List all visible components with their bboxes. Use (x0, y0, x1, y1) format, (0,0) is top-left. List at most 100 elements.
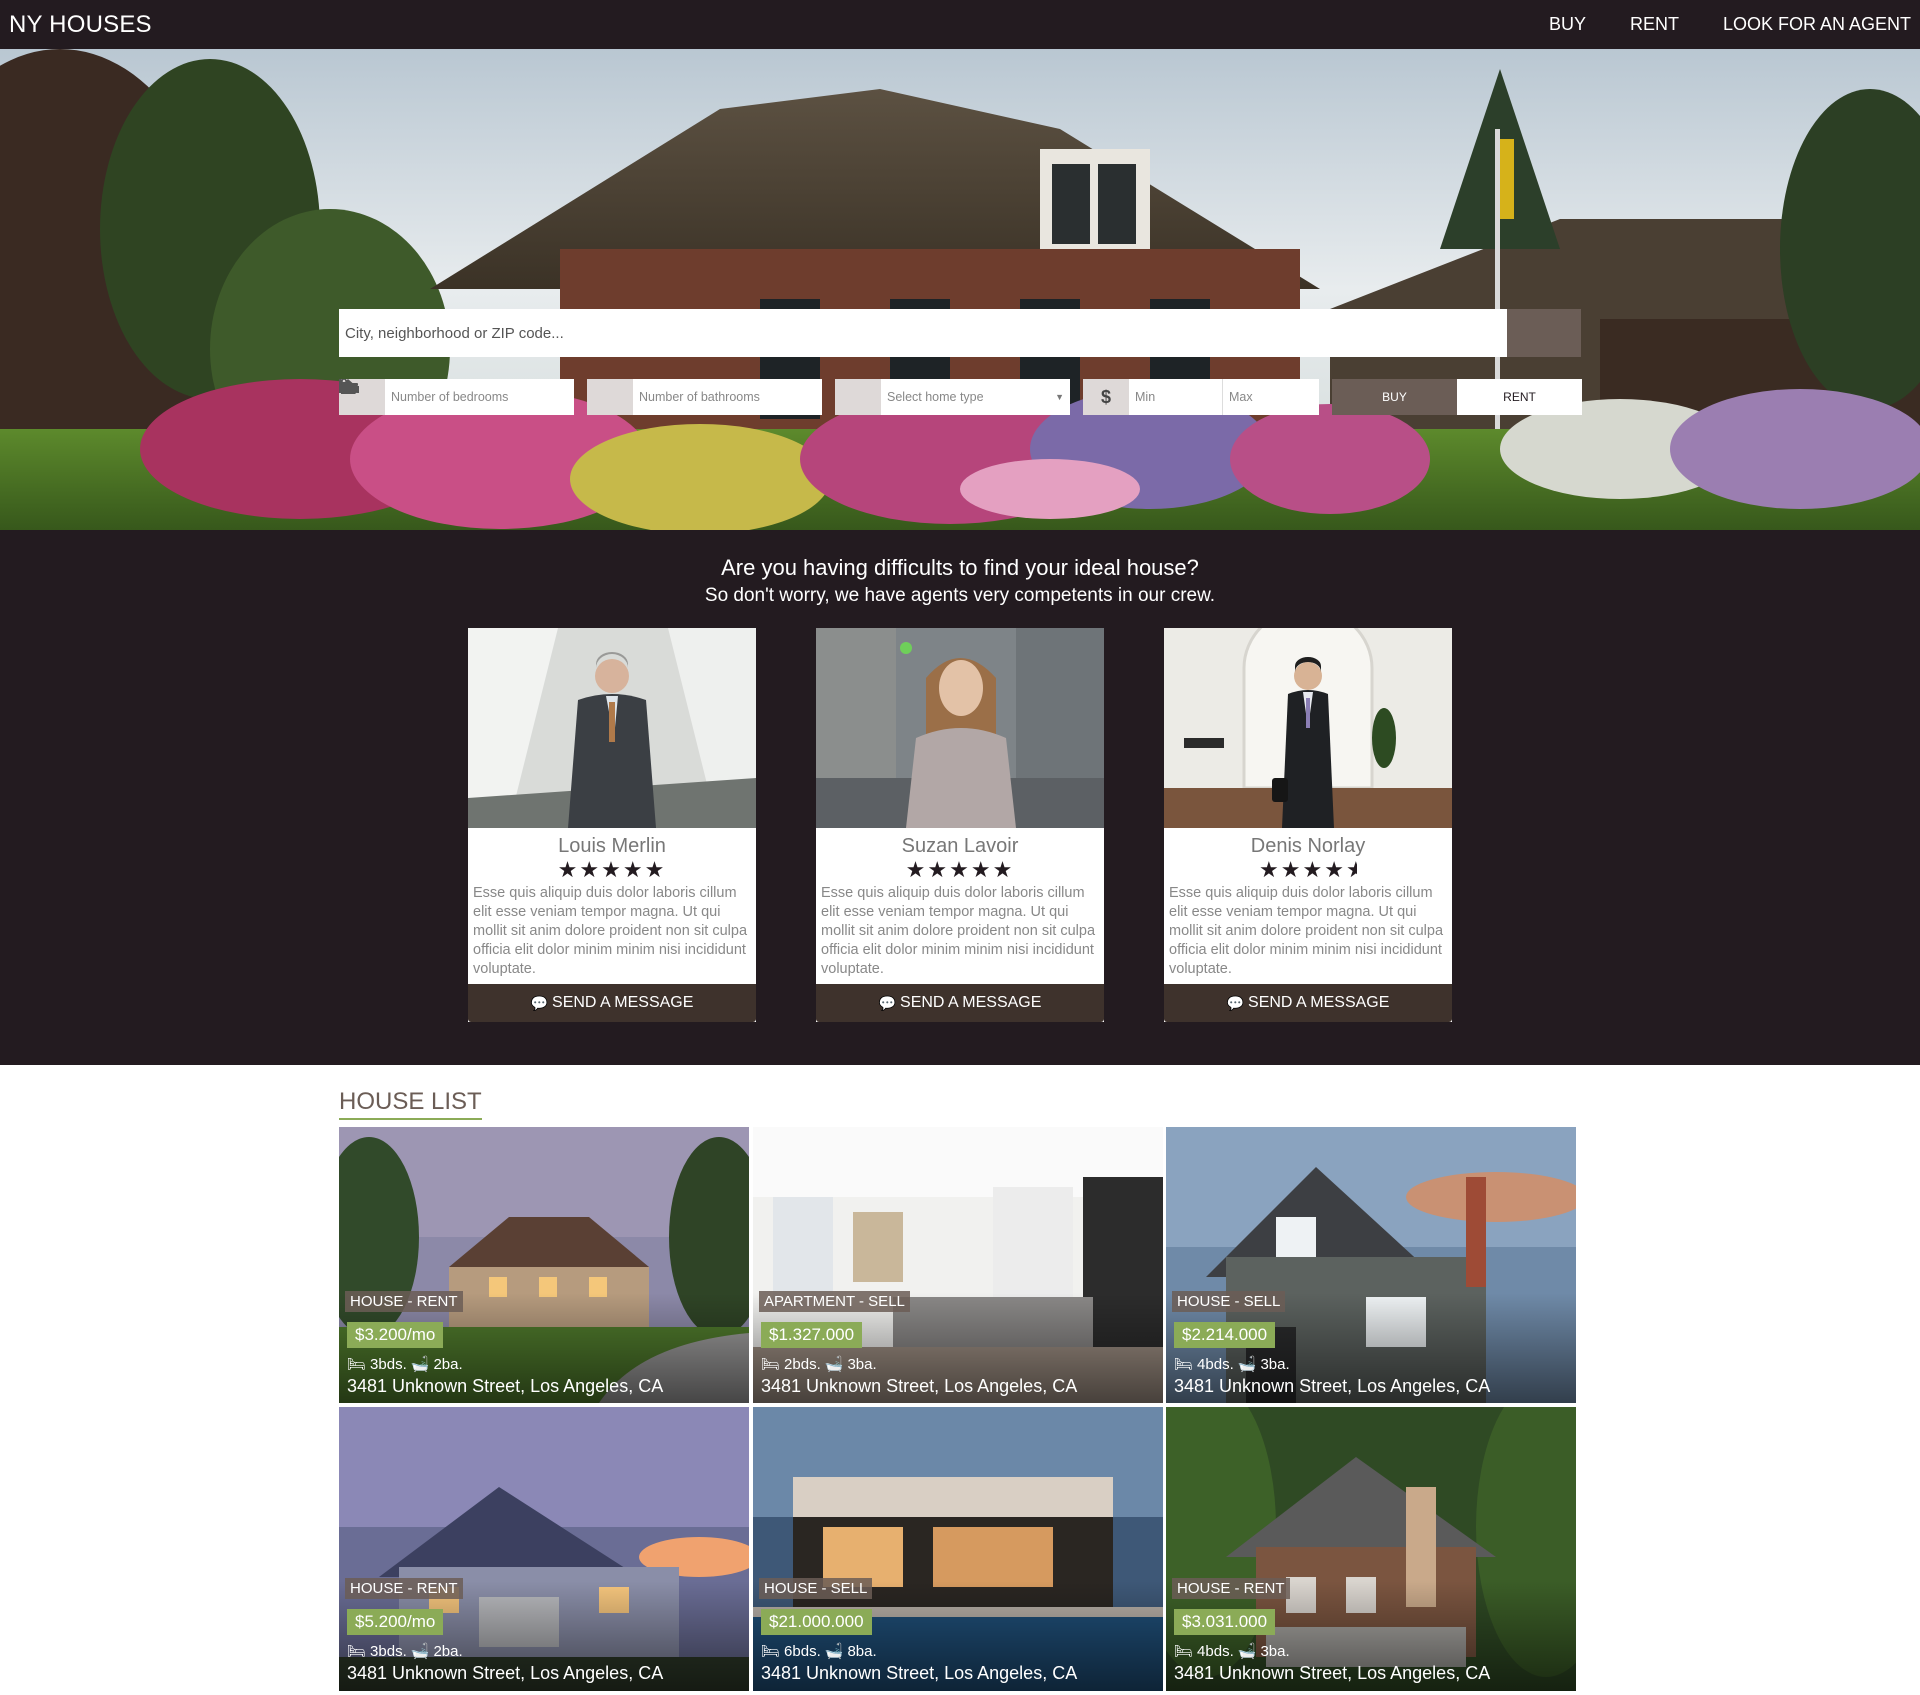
star-icon: ★ (905, 857, 928, 882)
agent-rating: ★★★★★ (468, 858, 756, 882)
price-badge: $5.200/mo (347, 1609, 444, 1635)
home-icon (339, 379, 881, 415)
nav-link-look-for-agent[interactable]: LOOK FOR AN AGENT (1723, 14, 1911, 35)
beds-count: 2bds. (784, 1355, 821, 1373)
star-icon: ★ (949, 857, 971, 882)
send-message-button[interactable]: 💬 SEND A MESSAGE (816, 984, 1104, 1022)
house-card[interactable]: HOUSE - RENT $3.031.000 🛏 4bds. 🛁 3ba. 3… (1166, 1407, 1576, 1691)
baths-count: 2ba. (433, 1642, 463, 1660)
nav-link-buy[interactable]: BUY (1549, 14, 1586, 35)
send-message-label: SEND A MESSAGE (1248, 994, 1390, 1011)
dollar-icon: $ (1083, 379, 1129, 415)
beds-count: 3bds. (370, 1642, 407, 1660)
bathrooms-input[interactable] (633, 379, 822, 415)
max-price-input[interactable] (1223, 379, 1317, 415)
hero-house-illustration (0, 49, 1920, 530)
house-card[interactable]: HOUSE - RENT $5.200/mo 🛏 3bds. 🛁 2ba. 34… (339, 1407, 749, 1691)
buy-rent-toggle: BUY RENT (1332, 379, 1582, 415)
bed-icon: 🛏 (347, 1643, 367, 1660)
rooms-info: 🛏 4bds. 🛁 3ba. (1174, 1642, 1290, 1661)
bath-icon: 🛁 (824, 1356, 844, 1373)
agent-rating: ★★★★★ (1164, 858, 1452, 882)
agent-card: Suzan Lavoir ★★★★★ Esse quis aliquip dui… (816, 628, 1104, 1022)
rooms-info: 🛏 6bds. 🛁 8ba. (761, 1642, 877, 1661)
beds-count: 3bds. (370, 1355, 407, 1373)
rent-toggle-button[interactable]: RENT (1457, 379, 1582, 415)
agent-bio: Esse quis aliquip duis dolor laboris cil… (1169, 885, 1444, 977)
min-price-input[interactable] (1129, 379, 1223, 415)
home-type-select[interactable]: Select home type ▼ (881, 379, 1070, 415)
chevron-down-icon: ▼ (1055, 392, 1064, 402)
agent-rating: ★★★★★ (816, 858, 1104, 882)
beds-count: 4bds. (1197, 1355, 1234, 1373)
star-icon: ★ (927, 857, 950, 882)
property-type-tag: HOUSE - RENT (1172, 1578, 1290, 1599)
address: 3481 Unknown Street, Los Angeles, CA (761, 1376, 1078, 1396)
top-navbar: NY HOUSES BUY RENT LOOK FOR AN AGENT (0, 0, 1920, 49)
search-button[interactable] (339, 309, 1581, 357)
search-icon (339, 309, 355, 325)
star-icon: ★ (970, 857, 993, 882)
star-icon: ★ (557, 857, 580, 882)
price-badge: $2.214.000 (1174, 1322, 1276, 1348)
agent-photo (1164, 628, 1452, 828)
home-type-select-value: Select home type (887, 390, 984, 404)
bath-icon: 🛁 (1237, 1356, 1257, 1373)
rooms-info: 🛏 2bds. 🛁 3ba. (761, 1355, 877, 1374)
agent-bio: Esse quis aliquip duis dolor laboris cil… (473, 885, 748, 977)
star-icon: ★ (1259, 857, 1281, 882)
chat-icon: 💬 (1226, 994, 1245, 1011)
agents-subtitle: So don't worry, we have agents very comp… (704, 585, 1216, 606)
rooms-info: 🛏 4bds. 🛁 3ba. (1174, 1355, 1290, 1374)
brand-logo[interactable]: NY HOUSES (9, 11, 152, 39)
bed-icon: 🛏 (761, 1643, 781, 1660)
chat-icon: 💬 (530, 994, 549, 1011)
star-icon: ★ (1324, 857, 1346, 882)
send-message-label: SEND A MESSAGE (900, 994, 1042, 1011)
beds-count: 4bds. (1197, 1642, 1234, 1660)
agent-name: Denis Norlay (1250, 835, 1366, 857)
star-icon: ★ (622, 857, 645, 882)
star-icon: ★ (579, 857, 602, 882)
address: 3481 Unknown Street, Los Angeles, CA (1174, 1663, 1491, 1683)
address: 3481 Unknown Street, Los Angeles, CA (1174, 1376, 1491, 1396)
agent-bio: Esse quis aliquip duis dolor laboris cil… (821, 885, 1096, 977)
nav-link-rent[interactable]: RENT (1630, 14, 1679, 35)
property-type-tag: HOUSE - RENT (345, 1578, 463, 1599)
house-card[interactable]: HOUSE - SELL $2.214.000 🛏 4bds. 🛁 3ba. 3… (1166, 1127, 1576, 1403)
beds-count: 6bds. (784, 1642, 821, 1660)
star-half-icon: ★ (1346, 858, 1357, 882)
send-message-button[interactable]: 💬 SEND A MESSAGE (1164, 984, 1452, 1022)
agent-card: Denis Norlay ★★★★★ Esse quis aliquip dui… (1164, 628, 1452, 1022)
bed-icon: 🛏 (347, 1356, 367, 1373)
agent-photo (816, 628, 1104, 828)
star-icon: ★ (1280, 857, 1303, 882)
house-card[interactable]: HOUSE - SELL $21.000.000 🛏 6bds. 🛁 8ba. … (753, 1407, 1163, 1691)
agent-name: Louis Merlin (558, 835, 666, 857)
bath-icon: 🛁 (1237, 1643, 1257, 1660)
rooms-info: 🛏 3bds. 🛁 2ba. (347, 1355, 463, 1374)
bed-icon: 🛏 (761, 1356, 781, 1373)
house-card[interactable]: HOUSE - RENT $3.200/mo 🛏 3bds. 🛁 2ba. 34… (339, 1127, 749, 1403)
bed-icon: 🛏 (1174, 1643, 1194, 1660)
star-icon: ★ (992, 857, 1015, 882)
house-card[interactable]: APARTMENT - SELL $1.327.000 🛏 2bds. 🛁 3b… (753, 1127, 1163, 1403)
search-input[interactable] (339, 309, 1507, 357)
property-type-tag: HOUSE - RENT (345, 1291, 463, 1312)
buy-toggle-button[interactable]: BUY (1332, 379, 1457, 415)
agent-card: Louis Merlin ★★★★★ Esse quis aliquip dui… (468, 628, 756, 1022)
bedrooms-input[interactable] (385, 379, 574, 415)
chat-icon: 💬 (878, 994, 897, 1011)
send-message-button[interactable]: 💬 SEND A MESSAGE (468, 984, 756, 1022)
bed-icon: 🛏 (1174, 1356, 1194, 1373)
price-badge: $1.327.000 (761, 1322, 863, 1348)
price-badge: $21.000.000 (761, 1609, 872, 1635)
bedrooms-filter (339, 379, 574, 415)
price-filter: $ (1083, 379, 1319, 415)
send-message-label: SEND A MESSAGE (552, 994, 694, 1011)
property-type-tag: APARTMENT - SELL (759, 1291, 910, 1312)
hero-banner: Select home type ▼ $ BUY RENT (0, 49, 1920, 530)
baths-count: 3ba. (847, 1355, 877, 1373)
star-icon: ★ (644, 857, 667, 882)
address: 3481 Unknown Street, Los Angeles, CA (347, 1663, 664, 1683)
